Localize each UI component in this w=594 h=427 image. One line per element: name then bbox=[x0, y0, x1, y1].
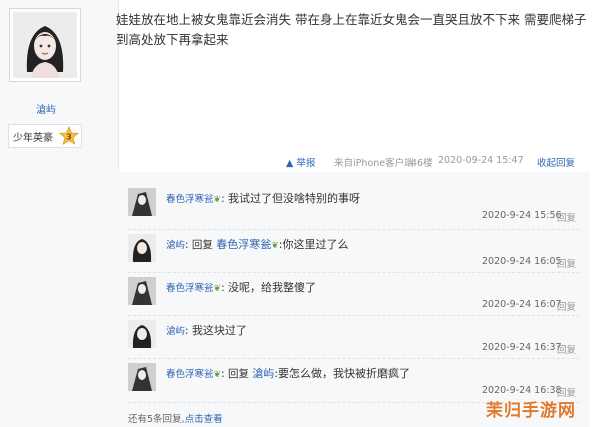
divider bbox=[128, 315, 580, 317]
more-replies-text: 还有5条回复, bbox=[128, 414, 185, 425]
reply-username[interactable]: 春色浮寒瓮 bbox=[166, 369, 214, 380]
user-avatar[interactable] bbox=[9, 8, 81, 82]
user-level-tag: 少年英豪 3 bbox=[8, 124, 82, 148]
reply-prefix: : 回复 bbox=[185, 239, 213, 251]
reply-content: 没呢，给我整傻了 bbox=[227, 281, 316, 294]
reply-prefix: : 回复 bbox=[221, 368, 249, 380]
reply-button[interactable]: 回复 bbox=[557, 342, 576, 356]
reply-avatar[interactable] bbox=[128, 320, 156, 348]
reply-prefix: : bbox=[185, 325, 189, 337]
reply-prefix: : bbox=[221, 193, 225, 205]
reply-avatar[interactable] bbox=[128, 234, 156, 262]
reply-prefix: : bbox=[221, 282, 225, 294]
post-client: 来自iPhone客户端 bbox=[334, 158, 414, 169]
reply-text: 滄屿: 回复 春色浮寒瓮❦:你这里过了么 bbox=[166, 237, 349, 254]
post-floor: 46楼 bbox=[411, 158, 433, 169]
reply-content: :你这里过了么 bbox=[278, 238, 349, 251]
leaf-icon: ❦ bbox=[213, 195, 222, 205]
reply-time: 2020-9-24 16:05 bbox=[482, 256, 562, 267]
user-sidebar: 滄屿 少年英豪 3 bbox=[0, 0, 119, 427]
reply-text: 春色浮寒瓮❦: 回复 滄屿:要怎么做，我快被折磨疯了 bbox=[166, 366, 410, 383]
leaf-icon: ❦ bbox=[213, 370, 222, 380]
reply-avatar[interactable] bbox=[128, 277, 156, 305]
reply-username[interactable]: 滄屿 bbox=[166, 326, 185, 337]
level-badge-number: 3 bbox=[66, 133, 72, 142]
watermark-text: 茉归手游网 bbox=[486, 401, 576, 421]
reply-content: :要怎么做，我快被折磨疯了 bbox=[274, 367, 411, 380]
reply-time: 2020-9-24 16:37 bbox=[482, 342, 562, 353]
post-content: 娃娃放在地上被女鬼靠近会消失 带在身上在靠近女鬼会一直哭且放不下来 需要爬梯子到… bbox=[116, 12, 587, 47]
view-more-link[interactable]: 点击查看 bbox=[185, 414, 223, 425]
level-title: 少年英豪 bbox=[13, 133, 53, 144]
site-watermark: 茉归手游网 bbox=[486, 396, 594, 427]
reply-username[interactable]: 春色浮寒瓮 bbox=[166, 194, 214, 205]
report-label: 举报 bbox=[296, 158, 316, 169]
more-replies: 还有5条回复,点击查看 bbox=[128, 411, 223, 425]
reply-username[interactable]: 春色浮寒瓮 bbox=[166, 283, 214, 294]
post-time: 2020-09-24 15:47 bbox=[438, 155, 524, 166]
mention-username[interactable]: 春色浮寒瓮 bbox=[216, 238, 271, 251]
reply-avatar[interactable] bbox=[128, 363, 156, 391]
reply-text: 春色浮寒瓮❦: 没呢，给我整傻了 bbox=[166, 280, 316, 297]
level-star-icon: 3 bbox=[58, 125, 80, 146]
reply-list: 春色浮寒瓮❦: 我试过了但没啥特别的事呀 2020-9-24 15:56 回复 … bbox=[114, 172, 590, 427]
warning-icon: ▲ bbox=[286, 158, 294, 169]
reply-time: 2020-9-24 16:07 bbox=[482, 299, 562, 310]
reply-content: 我试过了但没啥特别的事呀 bbox=[227, 192, 360, 205]
leaf-icon: ❦ bbox=[271, 241, 279, 251]
avatar-image bbox=[13, 12, 77, 78]
reply-time: 2020-9-24 16:38 bbox=[482, 385, 562, 396]
report-link[interactable]: ▲ 举报 bbox=[286, 155, 315, 171]
divider bbox=[128, 229, 580, 231]
divider bbox=[128, 272, 580, 274]
reply-text: 滄屿: 我这块过了 bbox=[166, 323, 247, 340]
collapse-replies-link[interactable]: 收起回复 bbox=[537, 155, 575, 171]
reply-button[interactable]: 回复 bbox=[557, 210, 576, 224]
reply-content: 我这块过了 bbox=[191, 324, 247, 337]
user-name[interactable]: 滄屿 bbox=[36, 101, 56, 116]
reply-username[interactable]: 滄屿 bbox=[166, 240, 185, 251]
reply-button[interactable]: 回复 bbox=[557, 299, 576, 313]
reply-text: 春色浮寒瓮❦: 我试过了但没啥特别的事呀 bbox=[166, 191, 360, 208]
reply-avatar[interactable] bbox=[128, 188, 156, 216]
divider bbox=[128, 358, 580, 360]
leaf-icon: ❦ bbox=[213, 284, 222, 294]
mention-username[interactable]: 滄屿 bbox=[252, 367, 274, 380]
reply-button[interactable]: 回复 bbox=[557, 256, 576, 270]
reply-time: 2020-9-24 15:56 bbox=[482, 210, 562, 221]
